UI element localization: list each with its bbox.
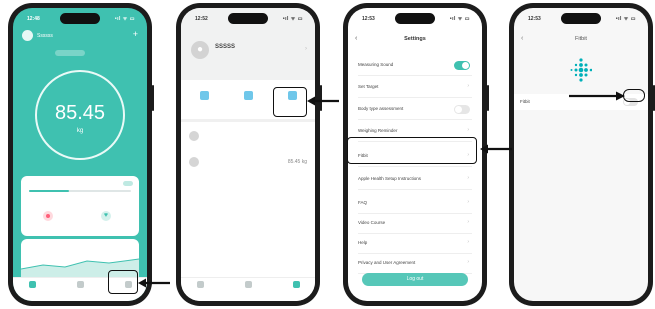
tab-home[interactable] xyxy=(17,281,47,290)
callout-fitbit-item xyxy=(347,137,477,164)
status-icons: •ıl ᯤ ▭ xyxy=(449,16,470,22)
phone-side-button xyxy=(487,85,489,111)
profile-name: SSSSS xyxy=(215,44,236,50)
fitbit-row-label: Fitbit xyxy=(520,99,530,104)
arrow-right-icon xyxy=(569,91,625,101)
chevron-right-icon: › xyxy=(467,83,469,89)
list-item[interactable] xyxy=(181,128,315,152)
settings-item-label: Privacy and User Agreement xyxy=(358,260,416,265)
phone-fitbit-screen: 12:53 •ıl ᯤ ▭ ‹ Fitbit Fitbit xyxy=(509,3,655,306)
status-time: 12:52 xyxy=(195,16,208,22)
goal-dot-icon xyxy=(46,214,50,218)
arrow-left-icon xyxy=(138,278,170,288)
phone-side-button xyxy=(152,85,154,111)
settings-item-body-type[interactable]: Body type assessment xyxy=(358,100,472,120)
date-pill xyxy=(55,50,85,56)
quick-action-users[interactable] xyxy=(231,85,265,103)
settings-item-apple-health[interactable]: Apple Health Setup Instructions › xyxy=(358,170,472,190)
chevron-right-icon: › xyxy=(305,46,307,52)
settings-item-label: FAQ xyxy=(358,200,368,205)
status-icons: •ıl ᯤ ▭ xyxy=(282,16,303,22)
tab-home[interactable] xyxy=(185,281,215,290)
settings-item-label: Measuring Sound xyxy=(358,62,394,67)
settings-item-label: Help xyxy=(358,240,368,245)
chevron-right-icon: › xyxy=(467,199,469,205)
heart-icon[interactable]: ♥ xyxy=(101,211,111,221)
chevron-right-icon: › xyxy=(467,175,469,181)
chevron-right-icon: › xyxy=(467,239,469,245)
target-card: ♥ xyxy=(21,176,139,236)
chevron-right-icon: › xyxy=(467,219,469,225)
list-item[interactable]: 85.45 kg xyxy=(181,154,315,178)
chevron-right-icon: › xyxy=(467,259,469,265)
home-icon xyxy=(28,281,36,288)
add-icon[interactable]: + xyxy=(133,29,138,39)
user-avatar-icon xyxy=(189,157,199,167)
progress-fill xyxy=(29,190,69,192)
settings-item-label: Set Target xyxy=(358,84,379,89)
fitbit-logo-icon xyxy=(570,58,592,82)
user-avatar-icon xyxy=(189,131,199,141)
tab-bar xyxy=(181,277,315,301)
avatar[interactable] xyxy=(22,30,33,41)
card-toggle[interactable] xyxy=(123,181,133,186)
tab-trends[interactable] xyxy=(233,281,263,290)
avatar: ● xyxy=(191,41,209,59)
phone-notch xyxy=(60,13,100,24)
phone-notch xyxy=(228,13,268,24)
status-time: 12:53 xyxy=(362,16,375,22)
settings-item-video-course[interactable]: Video Course › xyxy=(358,214,472,234)
tab-trends[interactable] xyxy=(65,281,95,290)
quick-action-device[interactable] xyxy=(187,85,221,103)
settings-item-label: Body type assessment xyxy=(358,106,404,111)
page-title: Fitbit xyxy=(575,36,587,42)
body-type-switch[interactable] xyxy=(454,105,470,114)
callout-fitbit-toggle xyxy=(623,89,645,102)
status-icons: •ıl ᯤ ▭ xyxy=(615,16,636,22)
arrow-left-icon xyxy=(307,96,339,106)
chart-icon xyxy=(76,281,84,288)
device-icon xyxy=(199,91,209,100)
account-icon xyxy=(292,281,300,288)
account-screen: 12:52 •ıl ᯤ ▭ ● SSSSS › 85.45 kg xyxy=(181,8,315,301)
arrow-left-icon xyxy=(480,144,512,154)
weight-unit: kg xyxy=(76,128,84,134)
section-divider xyxy=(181,119,315,122)
home-screen: 12:48 •ıl ᯤ ▭ Ssssss + 85.45 kg ♥ xyxy=(13,8,147,301)
chevron-right-icon: › xyxy=(467,127,469,133)
user-weight: 85.45 kg xyxy=(287,159,307,165)
logout-button[interactable]: Log out xyxy=(362,273,468,286)
settings-item-measuring-sound[interactable]: Measuring Sound xyxy=(358,56,472,76)
settings-item-label: Weighing Reminder xyxy=(358,128,398,133)
user-icon xyxy=(243,91,253,100)
switch-knob xyxy=(462,62,469,69)
status-time: 12:48 xyxy=(27,16,40,22)
settings-item-help[interactable]: Help › xyxy=(358,234,472,254)
settings-item-label: Apple Health Setup Instructions xyxy=(358,176,422,181)
weight-value: 85.45 xyxy=(54,102,106,124)
settings-item-label: Video Course xyxy=(358,220,386,225)
settings-item-faq[interactable]: FAQ › xyxy=(358,194,472,214)
callout-account-tab xyxy=(108,270,138,294)
phone-notch xyxy=(561,13,601,24)
chart-icon xyxy=(244,281,252,288)
status-icons: •ıl ᯤ ▭ xyxy=(114,16,135,22)
switch-knob xyxy=(455,106,462,113)
settings-item-set-target[interactable]: Set Target › xyxy=(358,78,472,98)
measuring-sound-switch[interactable] xyxy=(454,61,470,70)
phone-notch xyxy=(395,13,435,24)
username-label[interactable]: Ssssss xyxy=(37,33,53,39)
phone-home-screen: 12:48 •ıl ᯤ ▭ Ssssss + 85.45 kg ♥ xyxy=(8,3,154,306)
phone-account-screen: 12:52 •ıl ᯤ ▭ ● SSSSS › 85.45 kg xyxy=(176,3,322,306)
settings-item-privacy[interactable]: Privacy and User Agreement › xyxy=(358,254,472,274)
tab-account[interactable] xyxy=(281,281,311,290)
fitbit-screen: 12:53 •ıl ᯤ ▭ ‹ Fitbit Fitbit xyxy=(514,8,648,301)
home-icon xyxy=(196,281,204,288)
status-time: 12:53 xyxy=(528,16,541,22)
page-title: Settings xyxy=(404,36,426,42)
callout-settings-action xyxy=(273,87,307,117)
